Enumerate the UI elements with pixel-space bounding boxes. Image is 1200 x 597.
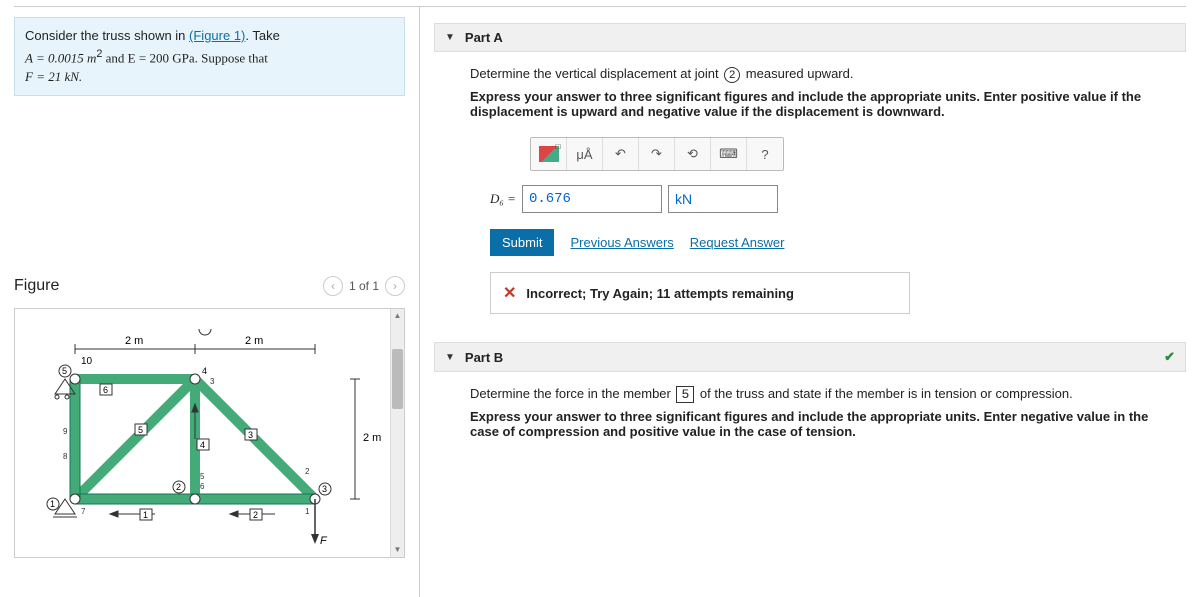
figure-link[interactable]: (Figure 1) — [189, 28, 245, 43]
help-button[interactable]: ? — [747, 138, 783, 170]
value-input[interactable] — [522, 185, 662, 213]
part-a-title: Part A — [465, 30, 503, 45]
part-a-instruction: Determine the vertical displacement at j… — [470, 66, 1170, 83]
part-a-header[interactable]: ▼ Part A — [434, 23, 1186, 52]
part-b-title: Part B — [465, 350, 503, 365]
undo-button[interactable]: ↶ — [603, 138, 639, 170]
reset-button[interactable]: ⟲ — [675, 138, 711, 170]
svg-text:4: 4 — [200, 440, 205, 450]
svg-text:3: 3 — [210, 377, 215, 386]
figure-prev-button[interactable]: ‹ — [323, 276, 343, 296]
previous-answers-link[interactable]: Previous Answers — [570, 235, 673, 250]
svg-text:9: 9 — [63, 427, 68, 436]
part-b-format-hint: Express your answer to three significant… — [470, 409, 1170, 439]
svg-text:2 m: 2 m — [245, 335, 263, 347]
units-button[interactable]: μÅ — [567, 138, 603, 170]
svg-text:3: 3 — [248, 430, 253, 440]
svg-text:2: 2 — [253, 510, 258, 520]
collapse-icon: ▼ — [445, 32, 455, 43]
part-b-instruction: Determine the force in the member 5 of t… — [470, 386, 1170, 403]
figure-title: Figure — [14, 277, 59, 295]
unit-input[interactable] — [668, 185, 778, 213]
scroll-down-icon[interactable]: ▼ — [391, 543, 404, 557]
check-icon: ✔ — [1164, 349, 1175, 365]
svg-text:2 m: 2 m — [125, 335, 143, 347]
svg-text:1: 1 — [50, 499, 55, 509]
svg-text:2: 2 — [305, 467, 310, 476]
request-answer-link[interactable]: Request Answer — [690, 235, 785, 250]
svg-text:F: F — [320, 535, 328, 547]
figure-scrollbar[interactable]: ▲ ▼ — [390, 309, 404, 557]
feedback-box: ✕ Incorrect; Try Again; 11 attempts rema… — [490, 272, 910, 314]
svg-text:8: 8 — [63, 452, 68, 461]
scroll-thumb[interactable] — [392, 349, 403, 409]
svg-text:1: 1 — [305, 507, 310, 516]
redo-button[interactable]: ↷ — [639, 138, 675, 170]
template-button[interactable] — [531, 138, 567, 170]
incorrect-icon: ✕ — [503, 283, 516, 303]
submit-button[interactable]: Submit — [490, 229, 554, 256]
svg-text:3: 3 — [322, 484, 327, 494]
svg-text:10: 10 — [81, 356, 93, 367]
svg-text:6: 6 — [200, 482, 205, 491]
problem-statement: Consider the truss shown in (Figure 1). … — [14, 17, 405, 96]
collapse-icon: ▼ — [445, 352, 455, 363]
answer-toolbar: μÅ ↶ ↷ ⟲ ⌨ ? — [530, 137, 784, 171]
svg-text:5: 5 — [62, 366, 67, 376]
scroll-up-icon[interactable]: ▲ — [391, 309, 404, 323]
feedback-text: Incorrect; Try Again; 11 attempts remain… — [526, 286, 794, 301]
part-a-format-hint: Express your answer to three significant… — [470, 89, 1170, 119]
svg-text:7: 7 — [81, 507, 86, 516]
figure-pager-text: 1 of 1 — [349, 279, 379, 293]
svg-text:2 m: 2 m — [363, 432, 381, 444]
svg-text:5: 5 — [138, 425, 143, 435]
figure-panel: 1 2 4 5 3 6 1 2 3 4 5 2 m 2 m 2 m — [14, 308, 405, 558]
figure-next-button[interactable]: › — [385, 276, 405, 296]
svg-text:6: 6 — [103, 385, 108, 395]
svg-text:5: 5 — [200, 472, 205, 481]
svg-text:4: 4 — [202, 366, 207, 376]
truss-diagram: 1 2 4 5 3 6 1 2 3 4 5 2 m 2 m 2 m — [45, 329, 385, 549]
keyboard-button[interactable]: ⌨ — [711, 138, 747, 170]
svg-text:1: 1 — [143, 510, 148, 520]
svg-text:2: 2 — [176, 482, 181, 492]
part-b-header[interactable]: ▼ Part B ✔ — [434, 342, 1186, 372]
variable-label: D₆ = — [490, 191, 516, 207]
